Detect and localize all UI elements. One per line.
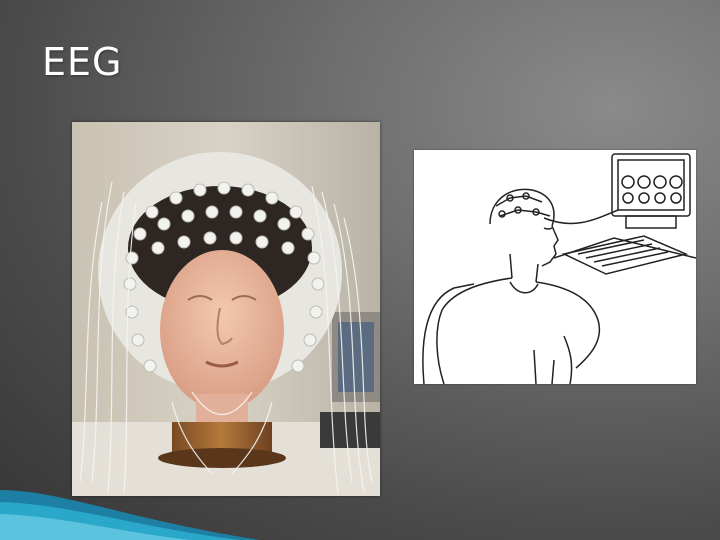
decorative-accent-wave (0, 490, 260, 540)
mannequin-eeg-cap-photo (72, 122, 380, 496)
slide-title: EEG (42, 40, 123, 84)
eeg-patient-line-drawing (414, 150, 696, 384)
